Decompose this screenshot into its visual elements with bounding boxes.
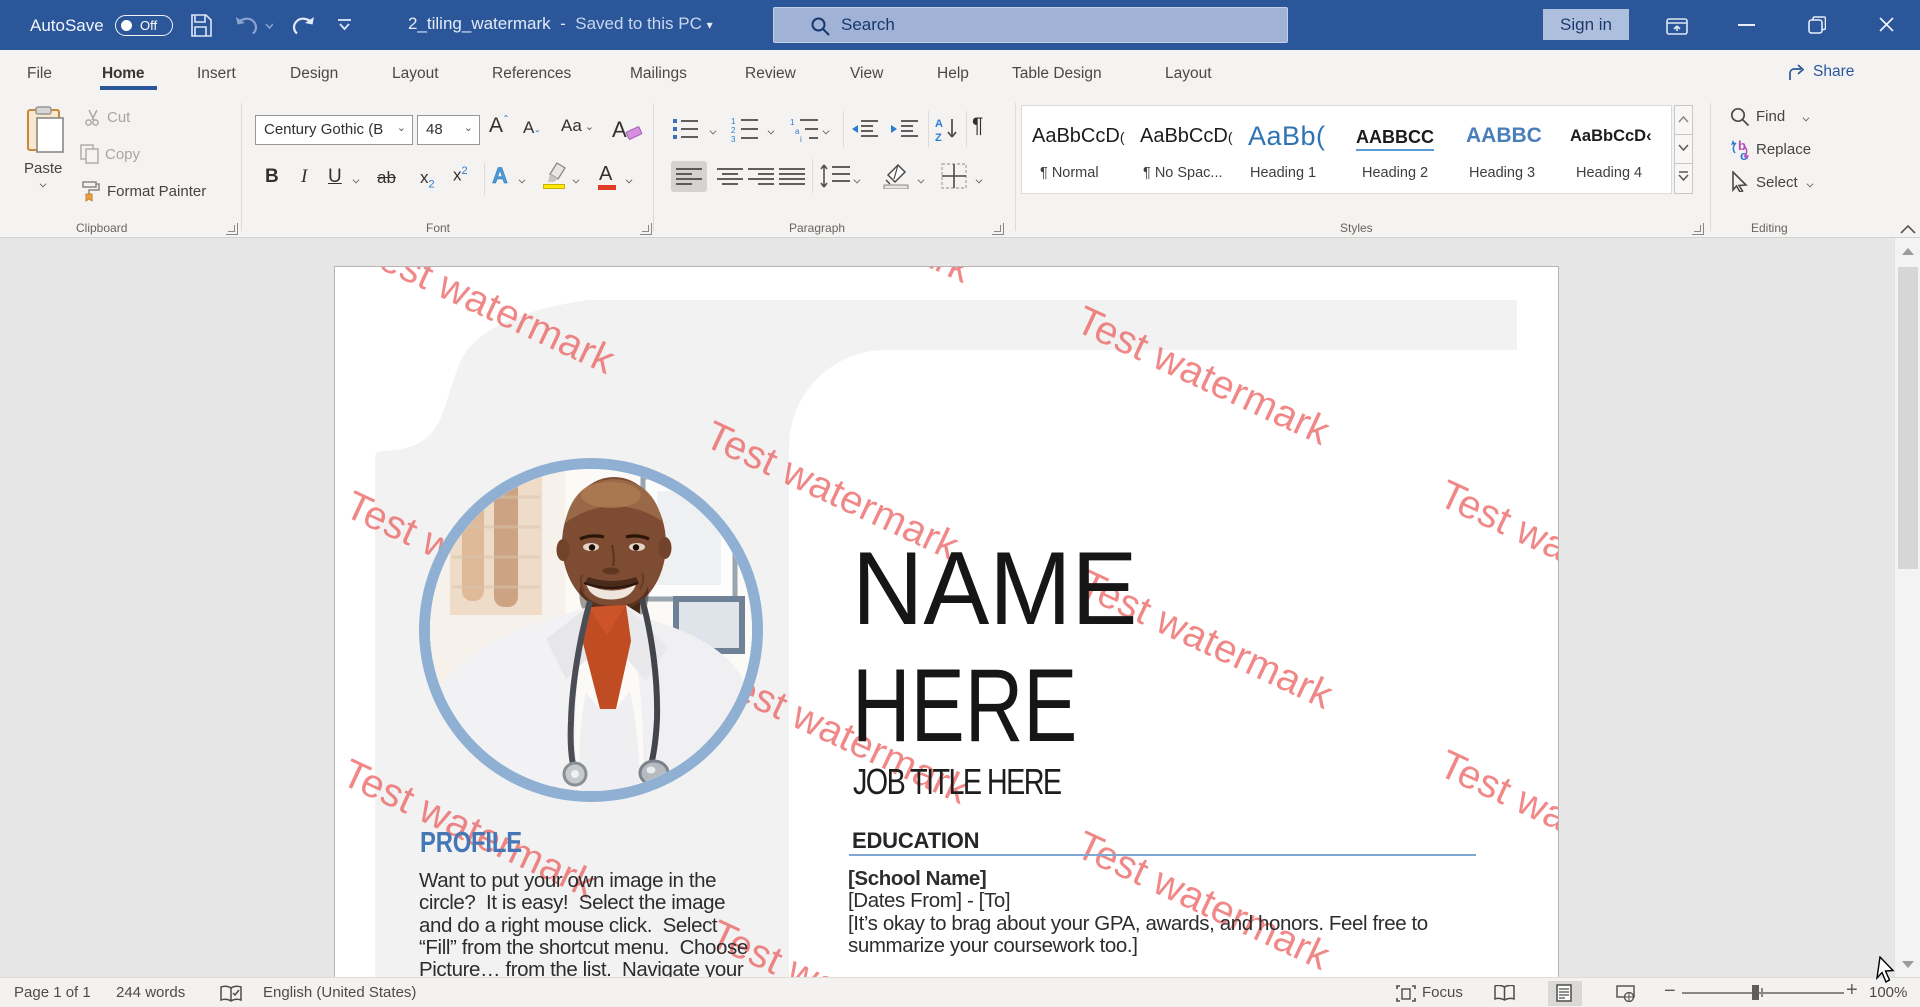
svg-text:1: 1 bbox=[790, 118, 795, 127]
svg-text:3: 3 bbox=[731, 135, 736, 142]
svg-text:A: A bbox=[935, 118, 943, 130]
svg-text:A: A bbox=[612, 117, 627, 142]
svg-text:2: 2 bbox=[731, 126, 736, 135]
svg-text:i: i bbox=[800, 135, 802, 142]
svg-text:1: 1 bbox=[731, 117, 736, 126]
svg-text:Z: Z bbox=[935, 132, 942, 142]
